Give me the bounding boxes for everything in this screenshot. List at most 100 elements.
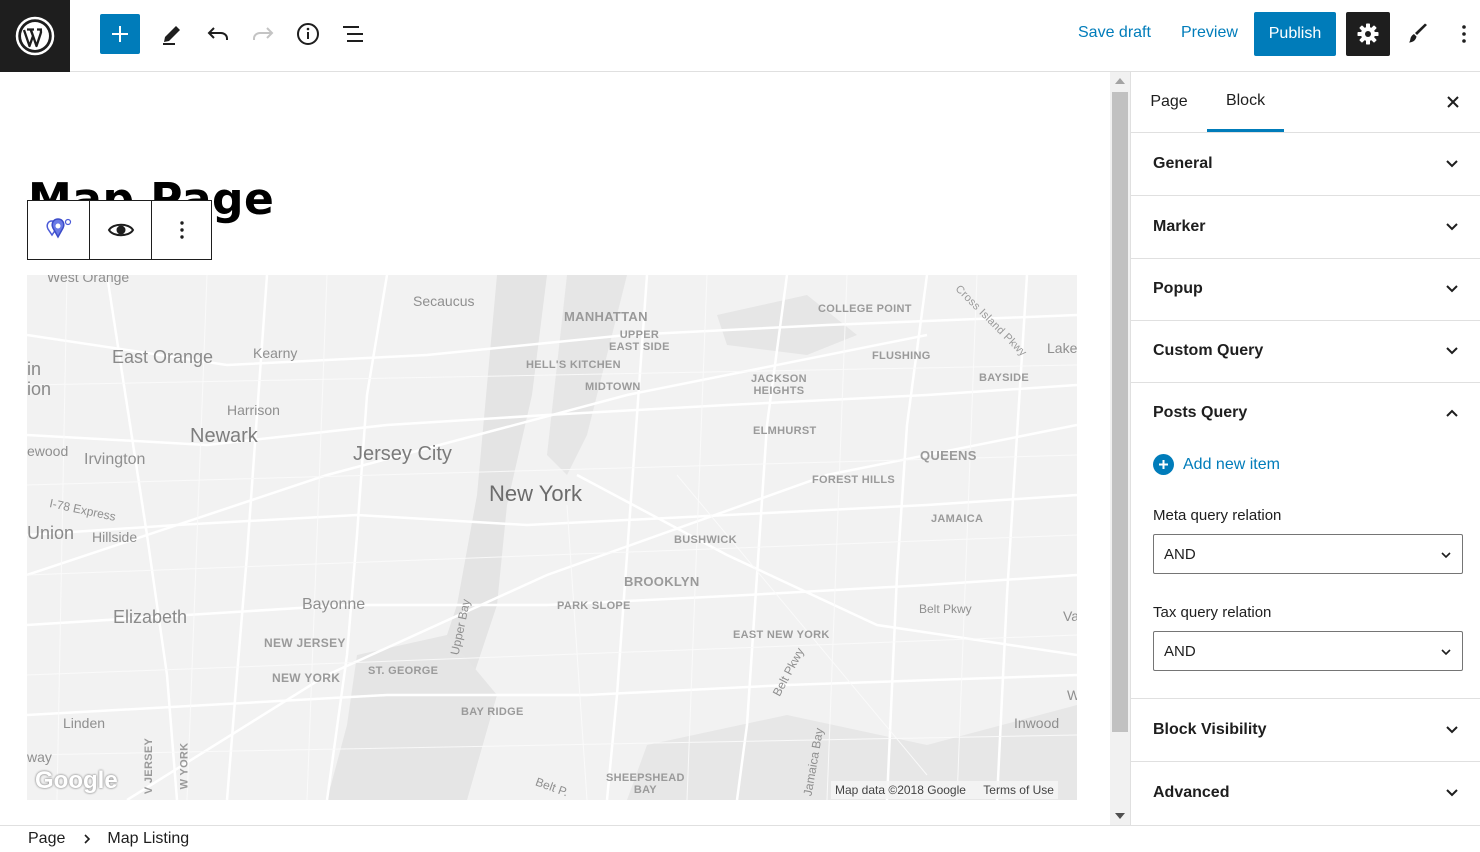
publish-button[interactable]: Publish [1254,12,1336,56]
map-label: Kearny [253,345,298,361]
info-icon [297,23,319,45]
panel-title: Popup [1153,280,1203,297]
panel-header[interactable]: Popup [1131,258,1480,320]
scroll-down-arrow[interactable] [1115,813,1125,819]
map-label: BAYSIDE [979,372,1029,384]
chevron-down-icon [1440,643,1452,660]
panel-header[interactable]: Posts Query [1131,382,1480,444]
map-label: Irvington [84,451,146,468]
editor-scrollbar[interactable] [1110,72,1130,825]
map-label: UPPER EAST SIDE [609,329,670,353]
map-label: Bayonne [302,596,366,613]
map-label: East Orange [112,347,214,367]
redo-button[interactable] [243,14,283,54]
google-logo: Google [35,767,118,794]
list-view-button[interactable] [333,14,373,54]
more-options-button[interactable] [1448,12,1480,56]
meta-query-select[interactable]: AND [1153,534,1463,574]
panel-header[interactable]: Custom Query [1131,320,1480,382]
map-label: BUSHWICK [674,534,737,546]
details-button[interactable] [288,14,328,54]
close-sidebar-button[interactable] [1441,90,1465,114]
chevron-down-icon [1445,344,1459,358]
settings-sidebar: Page Block General Marker Popup Custom Q… [1130,72,1480,825]
panel-header[interactable]: Marker [1131,196,1480,258]
panel-header[interactable]: General [1131,133,1480,195]
breadcrumb: Page Map Listing [0,825,1480,852]
block-type-button[interactable] [28,201,90,259]
chevron-right-icon [83,833,91,845]
map-label: West Orange [47,275,130,285]
map-block[interactable]: West Orange Secaucus MANHATTAN UPPER EAS… [27,275,1077,800]
breadcrumb-item-page[interactable]: Page [28,830,65,848]
preview-toggle-button[interactable] [90,201,152,259]
add-new-item-button[interactable]: Add new item [1153,454,1280,475]
close-icon [1447,96,1459,108]
save-draft-button[interactable]: Save draft [1078,24,1151,42]
editor-canvas: Map Page [0,72,1110,825]
map-label: V JERSEY [143,737,156,795]
map-label: Harrison [227,402,280,418]
map-data-text: Map data ©2018 Google [835,783,966,797]
map-label: ST. GEORGE [368,665,439,677]
map-label: COLLEGE POINT [818,303,912,315]
undo-button[interactable] [198,14,238,54]
pencil-icon [163,26,180,45]
chevron-up-icon [1445,406,1459,420]
scroll-thumb[interactable] [1112,92,1128,732]
map-label: FOREST HILLS [812,474,896,486]
map-marker-icon [45,218,71,239]
tax-query-select[interactable]: AND [1153,631,1463,671]
map-label: Elizabeth [113,607,188,627]
panel-header[interactable]: Block Visibility [1131,699,1480,761]
panel-general[interactable]: General [1131,133,1480,196]
panel-advanced[interactable]: Advanced [1131,762,1480,824]
tax-query-label: Tax query relation [1153,604,1272,621]
map-label: ion [27,379,52,399]
settings-button[interactable] [1346,12,1390,56]
panel-block-visibility[interactable]: Block Visibility [1131,699,1480,762]
map-label: Hillside [92,529,138,545]
sidebar-tabs: Page Block [1131,72,1480,133]
panel-popup[interactable]: Popup [1131,258,1480,321]
map-label: QUEENS [920,448,977,463]
panel-header[interactable]: Advanced [1131,762,1480,824]
chevron-down-icon [1445,282,1459,296]
preview-button[interactable]: Preview [1181,24,1238,42]
map-label: MIDTOWN [585,381,641,393]
terms-of-use-link[interactable]: Terms of Use [983,783,1054,797]
add-block-button[interactable] [100,14,140,54]
panel-title: Custom Query [1153,342,1264,359]
top-toolbar: Save draft Preview Publish [0,0,1480,72]
panel-title: Posts Query [1153,404,1248,421]
block-toolbar [27,200,212,260]
meta-query-value: AND [1164,545,1196,563]
tab-page[interactable]: Page [1131,72,1207,132]
map-label: Newark [190,425,258,447]
scroll-up-arrow[interactable] [1115,78,1125,84]
panel-title: Block Visibility [1153,721,1267,738]
list-view-icon [343,26,363,42]
map-label: Jersey City [353,443,452,465]
gear-icon [1357,23,1379,45]
styles-button[interactable] [1398,12,1438,56]
meta-query-label: Meta query relation [1153,507,1282,524]
map-label: W YORK [178,742,191,790]
panel-custom-query[interactable]: Custom Query [1131,320,1480,383]
redo-icon [253,27,274,40]
map-label: JAMAICA [931,513,984,525]
tools-button[interactable] [152,14,192,54]
block-options-button[interactable] [152,201,211,259]
tax-query-value: AND [1164,642,1196,660]
map-label: ewood [27,443,69,459]
wordpress-logo-icon[interactable] [0,0,70,72]
panel-marker[interactable]: Marker [1131,196,1480,259]
map-label: FLUSHING [872,350,931,362]
map-label: BAY RIDGE [461,706,524,718]
tab-block[interactable]: Block [1207,72,1284,132]
plus-icon [112,26,128,42]
map-label: NEW YORK [272,671,341,685]
panel-posts-query: Posts Query Add new item Meta query rela… [1131,382,1480,699]
breadcrumb-item-map-listing[interactable]: Map Listing [107,830,189,848]
chevron-down-icon [1445,157,1459,171]
